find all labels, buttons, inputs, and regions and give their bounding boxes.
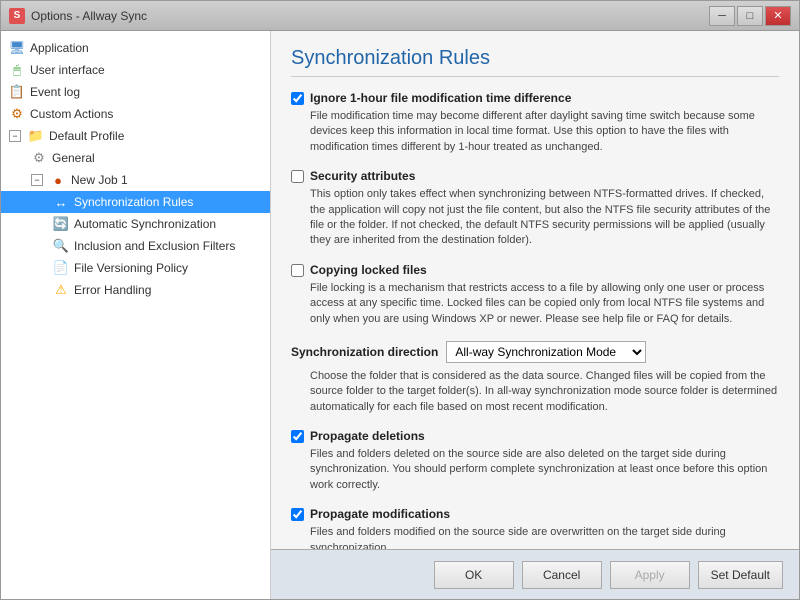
- sidebar-item-custom-actions[interactable]: ⚙ Custom Actions: [1, 103, 270, 125]
- sync-direction-row: Synchronization direction All-way Synchr…: [291, 341, 779, 363]
- sidebar-item-sync-rules[interactable]: ↔ Synchronization Rules: [1, 191, 270, 213]
- sidebar-item-autosync-label: Automatic Synchronization: [74, 217, 216, 231]
- propagate-del-desc: Files and folders deleted on the source …: [310, 447, 779, 493]
- sidebar-item-eventlog-label: Event log: [30, 85, 80, 99]
- close-button[interactable]: ✕: [765, 6, 791, 26]
- locked-label: Copying locked files: [310, 263, 427, 277]
- default-profile-icon: 📁: [28, 128, 44, 144]
- general-icon: ⚙: [31, 150, 47, 166]
- default-profile-expand[interactable]: −: [9, 130, 21, 142]
- rule-propagate-del: Propagate deletions Files and folders de…: [291, 429, 779, 493]
- security-checkbox[interactable]: [291, 170, 304, 183]
- sidebar-item-default-profile[interactable]: − 📁 Default Profile: [1, 125, 270, 147]
- app-icon: S: [9, 8, 25, 24]
- titlebar-buttons: ─ □ ✕: [709, 6, 791, 26]
- propagate-mod-checkbox[interactable]: [291, 508, 304, 521]
- maximize-button[interactable]: □: [737, 6, 763, 26]
- main-wrapper: Synchronization Rules Ignore 1-hour file…: [271, 31, 799, 599]
- sidebar: 🖥 Application 🖱 User interface 📋 Event l…: [1, 31, 271, 599]
- sidebar-item-new-job[interactable]: − ● New Job 1: [1, 169, 270, 191]
- cancel-button[interactable]: Cancel: [522, 561, 602, 589]
- sidebar-item-general[interactable]: ⚙ General: [1, 147, 270, 169]
- window-title: Options - Allway Sync: [31, 9, 147, 23]
- sidebar-item-sync-label: Synchronization Rules: [74, 195, 193, 209]
- custom-actions-icon: ⚙: [9, 106, 25, 122]
- footer: OK Cancel Apply Set Default: [271, 549, 799, 599]
- sync-direction-select[interactable]: All-way Synchronization Mode Left to Rig…: [446, 341, 646, 363]
- application-icon: 🖥: [9, 40, 25, 56]
- sidebar-item-ui-label: User interface: [30, 63, 105, 77]
- ok-button[interactable]: OK: [434, 561, 514, 589]
- locked-desc: File locking is a mechanism that restric…: [310, 281, 779, 327]
- page-title: Synchronization Rules: [291, 47, 779, 77]
- auto-sync-icon: 🔄: [53, 216, 69, 232]
- titlebar-left: S Options - Allway Sync: [9, 8, 147, 24]
- propagate-del-checkbox[interactable]: [291, 430, 304, 443]
- locked-checkbox[interactable]: [291, 264, 304, 277]
- rule-security: Security attributes This option only tak…: [291, 169, 779, 249]
- apply-button[interactable]: Apply: [610, 561, 690, 589]
- sync-rules-icon: ↔: [53, 194, 69, 210]
- rule-ignore-time: Ignore 1-hour file modification time dif…: [291, 91, 779, 155]
- sidebar-item-job-label: New Job 1: [71, 173, 128, 187]
- new-job-expand[interactable]: −: [31, 174, 43, 186]
- sidebar-item-error-label: Error Handling: [74, 283, 151, 297]
- main-panel: Synchronization Rules Ignore 1-hour file…: [271, 31, 799, 549]
- sidebar-item-user-interface[interactable]: 🖱 User interface: [1, 59, 270, 81]
- sync-direction-desc: Choose the folder that is considered as …: [310, 369, 779, 415]
- inclusion-icon: 🔍: [53, 238, 69, 254]
- rule-locked-header: Copying locked files: [291, 263, 779, 277]
- sidebar-item-inclusion-exclusion[interactable]: 🔍 Inclusion and Exclusion Filters: [1, 235, 270, 257]
- event-log-icon: 📋: [9, 84, 25, 100]
- ignore-time-label: Ignore 1-hour file modification time dif…: [310, 91, 571, 105]
- sidebar-item-custom-label: Custom Actions: [30, 107, 113, 121]
- rule-propagate-mod-header: Propagate modifications: [291, 507, 779, 521]
- user-interface-icon: 🖱: [9, 62, 25, 78]
- rule-security-header: Security attributes: [291, 169, 779, 183]
- sidebar-item-event-log[interactable]: 📋 Event log: [1, 81, 270, 103]
- ignore-time-desc: File modification time may become differ…: [310, 109, 779, 155]
- set-default-button[interactable]: Set Default: [698, 561, 783, 589]
- rule-propagate-del-header: Propagate deletions: [291, 429, 779, 443]
- sidebar-item-error-handling[interactable]: ⚠ Error Handling: [1, 279, 270, 301]
- sync-direction-label: Synchronization direction: [291, 345, 438, 359]
- sidebar-item-profile-label: Default Profile: [49, 129, 124, 143]
- titlebar: S Options - Allway Sync ─ □ ✕: [1, 1, 799, 31]
- sidebar-item-general-label: General: [52, 151, 95, 165]
- sidebar-item-file-versioning[interactable]: 📄 File Versioning Policy: [1, 257, 270, 279]
- ignore-time-checkbox[interactable]: [291, 92, 304, 105]
- propagate-mod-label: Propagate modifications: [310, 507, 450, 521]
- propagate-del-label: Propagate deletions: [310, 429, 425, 443]
- content-area: 🖥 Application 🖱 User interface 📋 Event l…: [1, 31, 799, 599]
- new-job-icon: ●: [50, 172, 66, 188]
- error-icon: ⚠: [53, 282, 69, 298]
- rule-propagate-mod: Propagate modifications Files and folder…: [291, 507, 779, 549]
- minimize-button[interactable]: ─: [709, 6, 735, 26]
- sync-direction-section: Synchronization direction All-way Synchr…: [291, 341, 779, 415]
- sidebar-item-application-label: Application: [30, 41, 89, 55]
- security-label: Security attributes: [310, 169, 415, 183]
- sidebar-item-versioning-label: File Versioning Policy: [74, 261, 188, 275]
- main-window: S Options - Allway Sync ─ □ ✕ 🖥 Applicat…: [0, 0, 800, 600]
- security-desc: This option only takes effect when synch…: [310, 187, 779, 249]
- sidebar-item-application[interactable]: 🖥 Application: [1, 37, 270, 59]
- propagate-mod-desc: Files and folders modified on the source…: [310, 525, 779, 549]
- sidebar-item-filter-label: Inclusion and Exclusion Filters: [74, 239, 235, 253]
- rule-ignore-header: Ignore 1-hour file modification time dif…: [291, 91, 779, 105]
- rule-locked: Copying locked files File locking is a m…: [291, 263, 779, 327]
- versioning-icon: 📄: [53, 260, 69, 276]
- sidebar-item-auto-sync[interactable]: 🔄 Automatic Synchronization: [1, 213, 270, 235]
